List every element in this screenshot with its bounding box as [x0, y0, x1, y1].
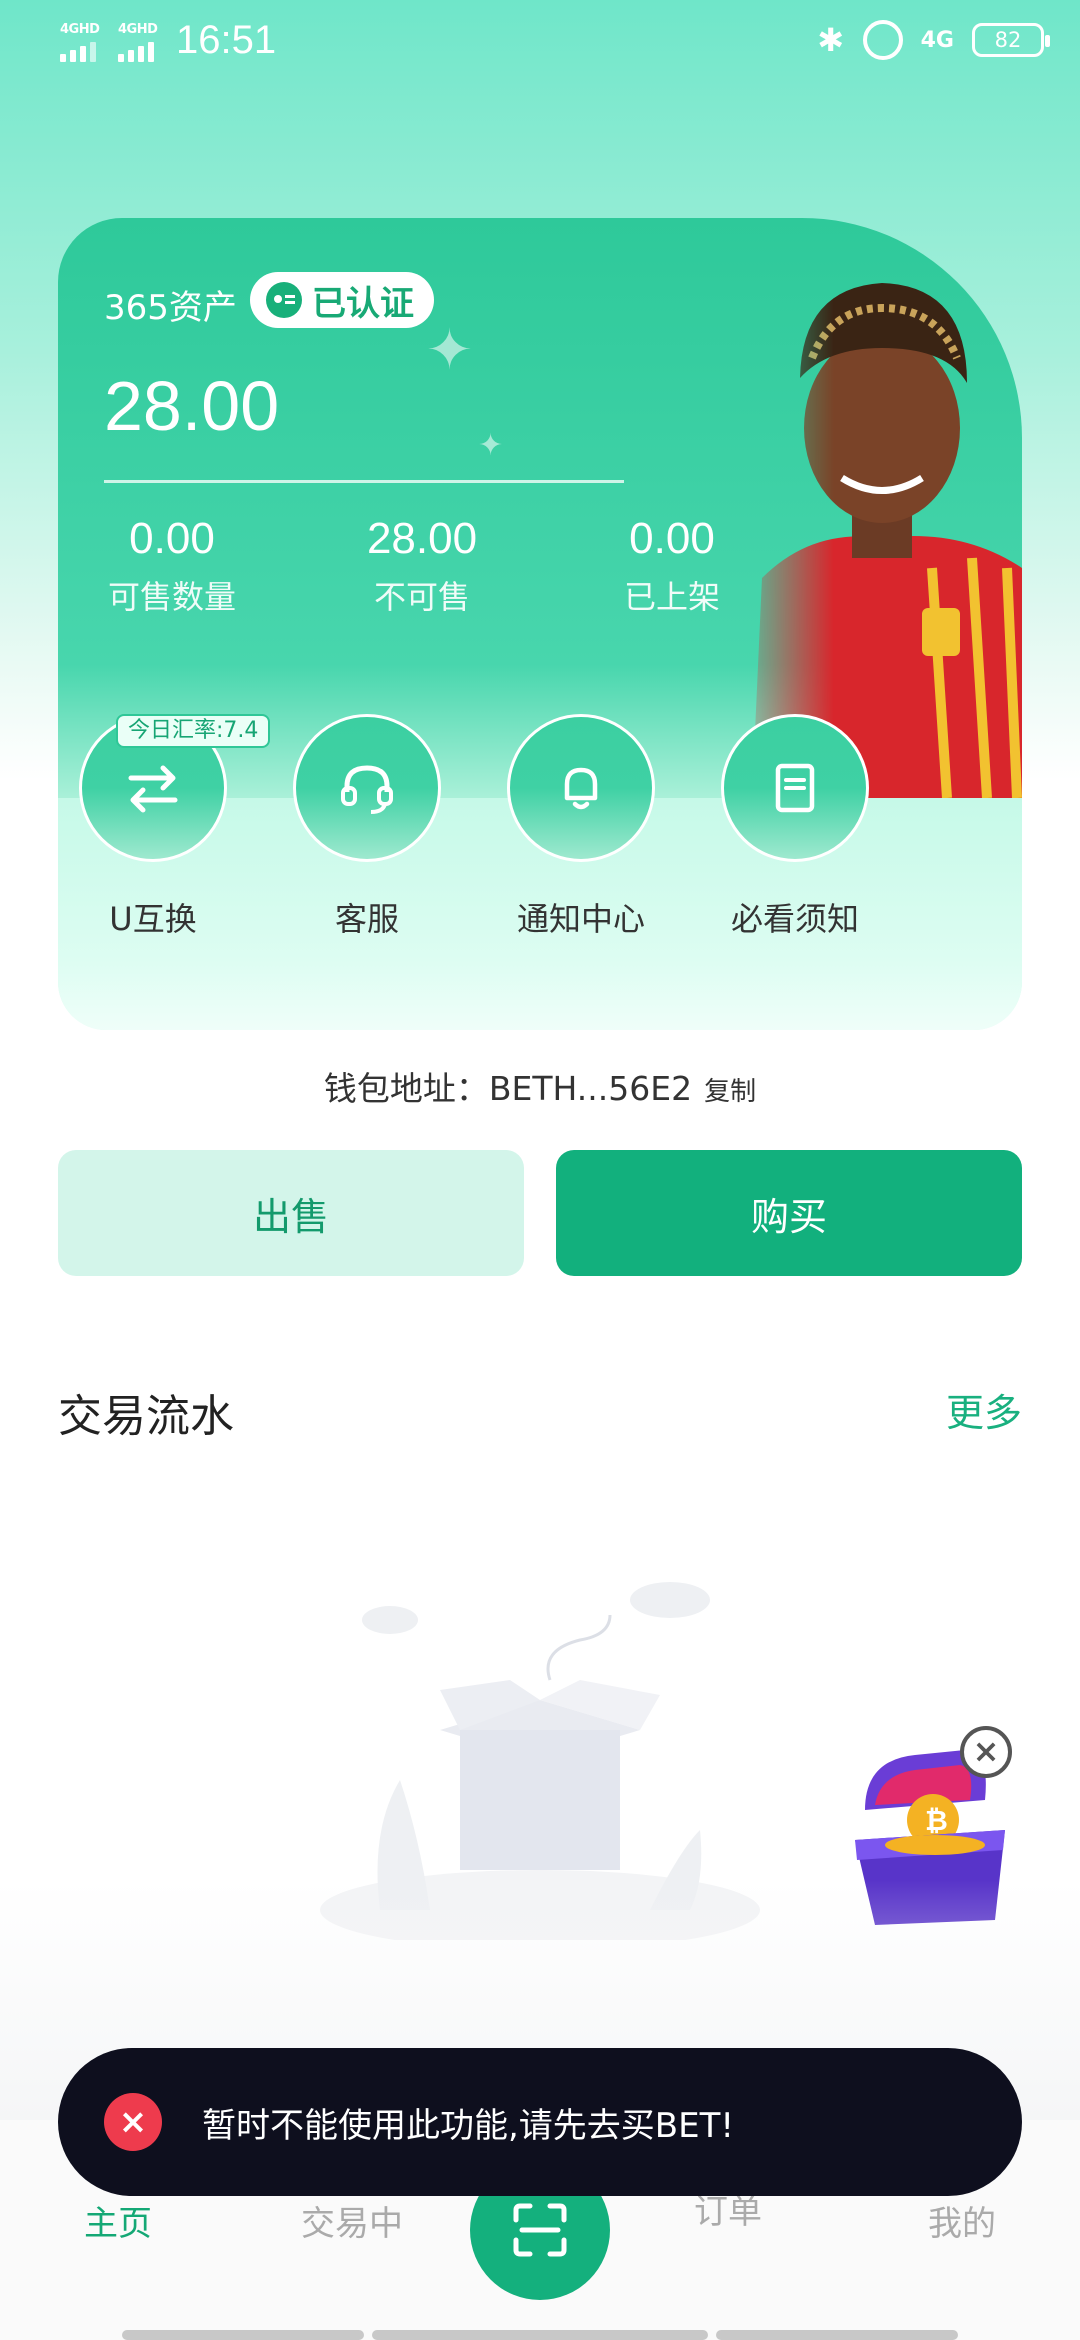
copy-button[interactable]: 复制	[704, 1077, 756, 1107]
action-customer-service[interactable]: 客服	[272, 714, 462, 940]
svg-text:₿: ₿	[925, 1804, 948, 1837]
asset-label: 365资产	[104, 288, 237, 328]
buy-button[interactable]: 购买	[556, 1150, 1022, 1276]
nav-indicator	[716, 2330, 958, 2340]
transactions-title: 交易流水	[58, 1391, 234, 1442]
signal-icon: 4GHD	[118, 22, 166, 62]
balance-divider	[104, 480, 624, 483]
bluetooth-icon: ✱	[817, 21, 845, 59]
toast-message: 暂时不能使用此功能,请先去买BET!	[202, 2105, 735, 2146]
star-decoration: ✦	[478, 428, 504, 463]
verified-badge: 已认证	[250, 272, 434, 328]
action-must-read[interactable]: 必看须知	[700, 714, 890, 940]
star-decoration: ✦	[426, 318, 473, 383]
exchange-icon	[128, 765, 178, 813]
headset-icon	[341, 765, 393, 814]
exchange-rate-tag: 今日汇率:7.4	[116, 714, 271, 748]
network-type: 4G	[920, 27, 954, 53]
nav-indicator	[372, 2330, 708, 2340]
id-card-icon	[266, 282, 302, 318]
error-icon: ×	[104, 2093, 162, 2151]
scan-icon	[513, 2203, 567, 2257]
signal-icon: 4GHD	[60, 22, 108, 62]
wallet-address-row: 钱包地址：BETH...56E2 复制	[0, 1062, 1080, 1110]
more-link[interactable]: 更多	[946, 1382, 1022, 1437]
nav-indicator	[122, 2330, 364, 2340]
alarm-icon	[862, 20, 903, 60]
close-icon[interactable]: ×	[960, 1726, 1012, 1778]
notebook-icon	[775, 763, 815, 813]
stat-unsellable: 28.00 不可售	[366, 514, 478, 616]
stat-listed: 0.00 已上架	[623, 514, 720, 616]
action-notification-center[interactable]: 通知中心	[486, 714, 676, 940]
battery-icon: 82	[972, 23, 1050, 57]
clock: 16:51	[176, 18, 277, 62]
error-toast: × 暂时不能使用此功能,请先去买BET!	[58, 2048, 1022, 2196]
status-bar: 4GHD 4GHD 16:51 ✱ 4G 82	[0, 0, 1080, 84]
bell-icon	[564, 767, 598, 810]
wallet-address: BETH...56E2	[488, 1069, 693, 1108]
balance-value: 28.00	[104, 367, 280, 445]
stat-sellable: 0.00 可售数量	[107, 514, 236, 616]
asset-card: 365资产 已认证 28.00 ✦ ✦ 0.00 可售数量 28.00 不可售 …	[58, 218, 1022, 1030]
wallet-label: 钱包地址：	[323, 1069, 489, 1108]
sell-button[interactable]: 出售	[58, 1150, 524, 1276]
